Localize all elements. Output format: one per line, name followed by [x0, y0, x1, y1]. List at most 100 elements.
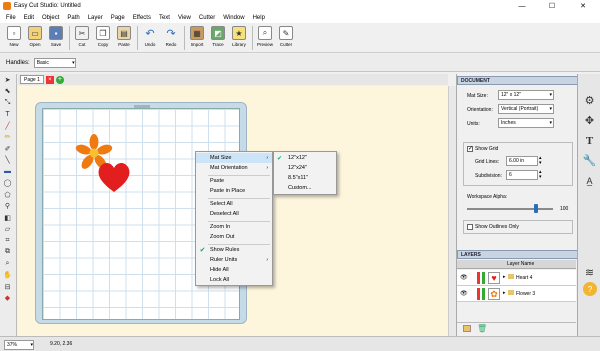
menu-layer[interactable]: Layer: [84, 15, 107, 21]
zoom-icon[interactable]: ⌕: [0, 258, 15, 270]
menu-effects[interactable]: Effects: [129, 15, 155, 21]
preview-button[interactable]: ⌕ Preview: [255, 23, 275, 51]
menu-item-select-all[interactable]: Select All: [196, 199, 272, 209]
menu-item-deselect-all[interactable]: Deselect All: [196, 209, 272, 219]
subdivision-input[interactable]: 6: [506, 170, 538, 180]
menu-cutter[interactable]: Cutter: [195, 15, 219, 21]
add-page-icon[interactable]: +: [55, 75, 64, 84]
move-arrows-icon[interactable]: ✥: [581, 112, 598, 129]
show-grid-checkbox[interactable]: ✓: [467, 146, 473, 152]
expand-arrow-icon[interactable]: ▸: [503, 274, 506, 280]
hand-icon[interactable]: ✋: [0, 270, 15, 282]
layers-stack-icon[interactable]: ≋: [581, 264, 598, 281]
menu-item-show-rules[interactable]: ✔ Show Rules: [196, 245, 272, 255]
tab-page-1[interactable]: Page 1: [20, 75, 44, 84]
close-tab-icon[interactable]: ×: [45, 75, 54, 84]
grid-lines-input[interactable]: 6.00 in: [506, 156, 538, 166]
visibility-eye-icon[interactable]: 👁: [460, 274, 468, 281]
transform-icon[interactable]: ⤡: [0, 97, 15, 109]
show-outlines-checkbox[interactable]: [467, 224, 473, 230]
zoom-select[interactable]: 37% ▾: [4, 340, 34, 350]
eyedropper-icon[interactable]: ⚲: [0, 201, 15, 213]
node-edit-icon[interactable]: ⬉: [0, 86, 15, 98]
wrench-icon[interactable]: 🔧: [581, 152, 598, 169]
line-icon[interactable]: ╲: [0, 155, 15, 167]
mat-size-select[interactable]: 12" x 12" ▾: [498, 90, 554, 100]
text-properties-icon[interactable]: T: [581, 132, 598, 149]
submenu-item-8-5x11[interactable]: 8.5"x11": [274, 173, 336, 183]
menu-item-mat-size[interactable]: Mat Size ›: [196, 153, 272, 163]
maximize-button[interactable]: ☐: [537, 0, 567, 12]
heart-shape[interactable]: [96, 160, 132, 194]
layer-lock-swatch[interactable]: [482, 272, 485, 284]
weld-icon[interactable]: ⧉: [0, 247, 15, 259]
pencil-icon[interactable]: ✏: [0, 132, 15, 144]
fill-icon[interactable]: ◧: [0, 212, 15, 224]
spinner-icon[interactable]: ▴ ▾: [539, 156, 542, 166]
menu-page[interactable]: Page: [107, 15, 129, 21]
close-button[interactable]: ✕: [568, 0, 598, 12]
menu-item-hide-all[interactable]: Hide All: [196, 265, 272, 275]
submenu-item-custom[interactable]: Custom...: [274, 183, 336, 193]
open-button[interactable]: ▭ Open: [25, 23, 45, 51]
menu-item-paste-in-place[interactable]: Paste in Place: [196, 186, 272, 196]
delete-layer-icon[interactable]: 🗑: [477, 324, 487, 333]
workspace-alpha-slider-track[interactable]: [467, 208, 553, 210]
help-icon[interactable]: ?: [583, 282, 597, 296]
menu-window[interactable]: Window: [219, 15, 248, 21]
menu-item-zoom-in[interactable]: Zoom In: [196, 222, 272, 232]
menu-file[interactable]: File: [2, 15, 20, 21]
menu-edit[interactable]: Edit: [20, 15, 38, 21]
vertical-scrollbar[interactable]: [448, 86, 456, 336]
properties-gear-icon[interactable]: ⚙: [581, 92, 598, 109]
menu-item-mat-orientation[interactable]: Mat Orientation ›: [196, 163, 272, 173]
library-button[interactable]: ★ Library: [229, 23, 249, 51]
menu-view[interactable]: View: [174, 15, 195, 21]
menu-item-ruler-units[interactable]: Ruler Units ›: [196, 255, 272, 265]
units-select[interactable]: Inches ▾: [498, 118, 554, 128]
layer-row[interactable]: 👁 ✿ ▸ Flower 3: [457, 286, 576, 302]
ellipse-icon[interactable]: ◯: [0, 178, 15, 190]
workspace-alpha-slider-thumb[interactable]: [533, 204, 538, 213]
cut-button[interactable]: ✂ Cut: [72, 23, 92, 51]
select-arrow-icon[interactable]: ➤: [0, 74, 15, 86]
new-button[interactable]: ▫ New: [4, 23, 24, 51]
expand-arrow-icon[interactable]: ▸: [503, 290, 506, 296]
menu-text[interactable]: Text: [155, 15, 174, 21]
menu-help[interactable]: Help: [249, 15, 269, 21]
brush-icon[interactable]: ✐: [0, 143, 15, 155]
submenu-item-12x12[interactable]: ✔ 12"x12": [274, 153, 336, 163]
knife-icon[interactable]: ╱: [0, 120, 15, 132]
eraser-icon[interactable]: ▱: [0, 224, 15, 236]
menu-item-lock-all[interactable]: Lock All: [196, 275, 272, 285]
menu-item-zoom-out[interactable]: Zoom Out: [196, 232, 272, 242]
rectangle-icon[interactable]: ▬: [0, 166, 15, 178]
polygon-icon[interactable]: ⬠: [0, 189, 15, 201]
undo-button[interactable]: ↶ Undo: [140, 23, 160, 51]
layer-lock-swatch[interactable]: [482, 288, 485, 300]
menu-path[interactable]: Path: [63, 15, 83, 21]
orientation-select[interactable]: Vertical (Portrait) ▾: [498, 104, 554, 114]
submenu-item-12x24[interactable]: 12"x24": [274, 163, 336, 173]
paste-button[interactable]: ▤ Paste: [114, 23, 134, 51]
handles-select[interactable]: Basic ▾: [33, 57, 76, 68]
redo-button[interactable]: ↷ Redo: [161, 23, 181, 51]
spinner-icon[interactable]: ▴ ▾: [539, 170, 542, 180]
measure-icon[interactable]: ⊟: [0, 281, 15, 293]
layer-color-swatch[interactable]: [477, 272, 480, 284]
menu-object[interactable]: Object: [38, 15, 63, 21]
copy-button[interactable]: ❐ Copy: [93, 23, 113, 51]
layer-row[interactable]: 👁 ♥ ▸ Heart 4: [457, 270, 576, 286]
add-layer-icon[interactable]: [463, 325, 471, 332]
save-button[interactable]: ▪ Save: [46, 23, 66, 51]
shape-icon[interactable]: ◆: [0, 293, 15, 305]
trace-button[interactable]: ◩ Trace: [208, 23, 228, 51]
layer-color-swatch[interactable]: [477, 288, 480, 300]
import-button[interactable]: ▦ Import: [187, 23, 207, 51]
text-icon[interactable]: T: [0, 109, 15, 121]
minimize-button[interactable]: —: [507, 0, 537, 12]
menu-item-paste[interactable]: Paste: [196, 176, 272, 186]
cutter-button[interactable]: ✎ Cutter: [276, 23, 296, 51]
visibility-eye-icon[interactable]: 👁: [460, 290, 468, 297]
font-style-icon[interactable]: A̲: [581, 172, 598, 189]
